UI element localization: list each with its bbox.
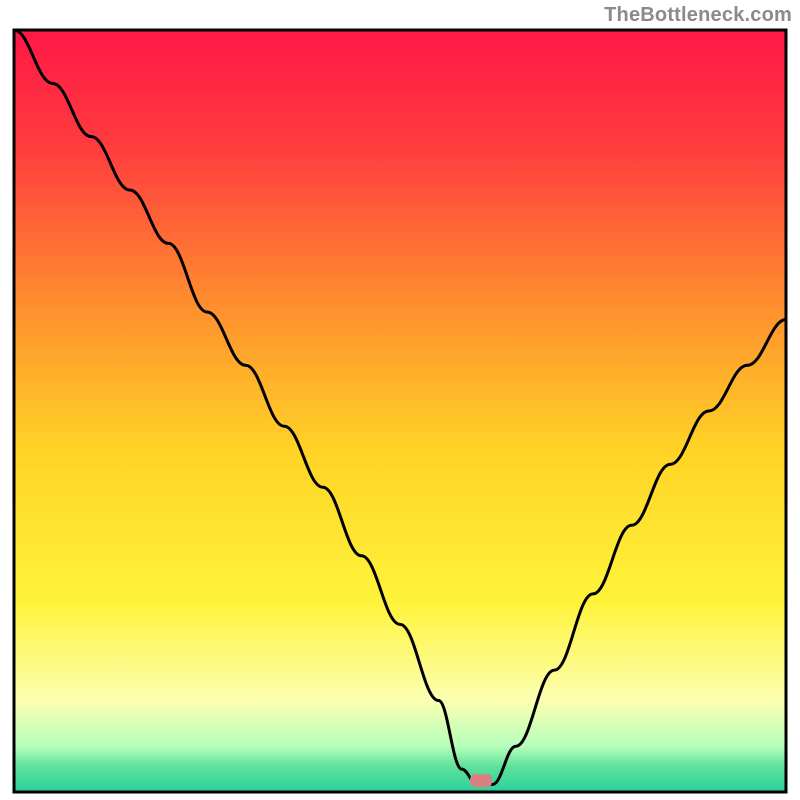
bottleneck-chart <box>0 0 800 800</box>
optimal-marker <box>470 774 492 787</box>
watermark-text: TheBottleneck.com <box>604 4 792 27</box>
chart-stage: TheBottleneck.com <box>0 0 800 800</box>
chart-background <box>14 30 786 792</box>
